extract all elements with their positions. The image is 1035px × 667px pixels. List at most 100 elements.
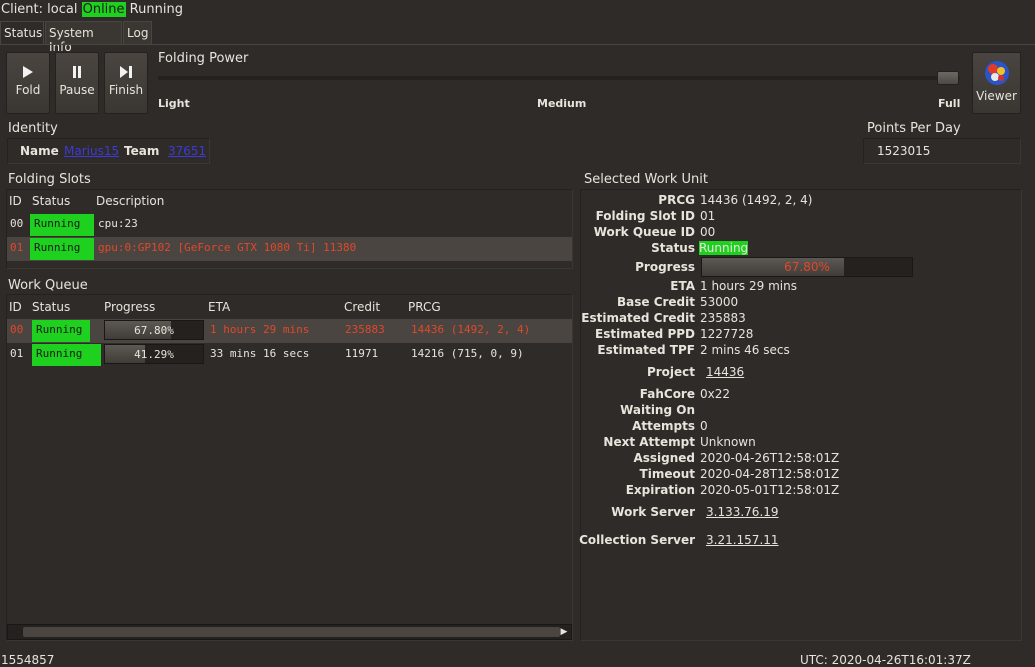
work-queue-title: Work Queue	[8, 278, 88, 293]
work-queue-table: ID Status Progress ETA Credit PRCG 00 Ru…	[6, 294, 573, 641]
identity-panel: Name Marius15 Team 37651	[7, 138, 210, 164]
wu-queue-value: 00	[700, 225, 716, 239]
name-link[interactable]: Marius15	[64, 144, 119, 158]
queue-credit: 235883	[345, 323, 385, 336]
tab-log[interactable]: Log	[123, 21, 152, 44]
wu-expiration-value: 2020-05-01T12:58:01Z	[700, 483, 840, 497]
viewer-button[interactable]: Viewer	[972, 52, 1021, 114]
wu-est-tpf-value: 2 mins 46 secs	[700, 343, 790, 357]
statusbar-utc-time: UTC: 2020-04-26T16:01:37Z	[800, 653, 971, 667]
queue-header-progress: Progress	[104, 300, 156, 314]
wu-progress-label: Progress	[635, 260, 695, 274]
slot-id: 00	[10, 217, 24, 230]
queue-prcg: 14216 (715, 0, 9)	[411, 347, 524, 360]
slot-description: gpu:0:GP102 [GeForce GTX 1080 Ti] 11380	[98, 241, 357, 254]
power-medium-label: Medium	[537, 97, 587, 110]
folding-power-slider-handle[interactable]	[937, 71, 959, 85]
wu-slot-label: Folding Slot ID	[595, 209, 695, 223]
play-icon	[7, 65, 49, 79]
slot-description: cpu:23	[98, 217, 138, 230]
queue-progress-bar: 67.80%	[104, 320, 204, 340]
finish-label: Finish	[108, 83, 144, 97]
wu-work-server-link[interactable]: 3.133.76.19	[706, 505, 779, 519]
wu-status-badge: Running	[699, 241, 749, 255]
folding-slots-table: ID Status Description 00 Running cpu:23 …	[6, 189, 573, 269]
fold-label: Fold	[15, 83, 41, 97]
power-full-label: Full	[938, 97, 961, 110]
wu-timeout-label: Timeout	[639, 467, 695, 481]
running-label: Running	[129, 2, 183, 17]
ppd-title: Points Per Day	[867, 121, 961, 136]
wu-assigned-label: Assigned	[633, 451, 695, 465]
finish-button[interactable]: Finish	[104, 52, 148, 114]
online-badge: Online	[81, 2, 126, 17]
scroll-right-arrow-icon[interactable]: ▶	[557, 625, 571, 639]
slot-row[interactable]: 00 Running cpu:23	[7, 213, 572, 237]
wu-fahcore-value: 0x22	[700, 387, 731, 401]
ppd-value: 1523015	[877, 144, 931, 158]
queue-row-selected[interactable]: 00 Running 67.80% 1 hours 29 mins 235883…	[7, 319, 572, 343]
queue-progress-bar: 41.29%	[104, 344, 204, 364]
wu-prcg-value: 14436 (1492, 2, 4)	[700, 193, 813, 207]
slot-row-selected[interactable]: 01 Running gpu:0:GP102 [GeForce GTX 1080…	[7, 237, 572, 261]
wu-project-link[interactable]: 14436	[706, 365, 744, 379]
tab-status[interactable]: Status	[0, 21, 44, 44]
slots-header-id: ID	[9, 194, 22, 208]
name-label: Name	[20, 144, 59, 158]
wu-est-ppd-label: Estimated PPD	[595, 327, 695, 341]
ppd-panel: 1523015	[863, 138, 1021, 164]
power-light-label: Light	[158, 97, 190, 110]
identity-title: Identity	[8, 121, 58, 136]
queue-id: 00	[10, 323, 24, 336]
slot-id: 01	[10, 241, 24, 254]
wu-collection-server-link[interactable]: 3.21.157.11	[706, 533, 779, 547]
wu-attempts-label: Attempts	[632, 419, 695, 433]
queue-header-prcg: PRCG	[408, 300, 441, 314]
team-link[interactable]: 37651	[168, 144, 206, 158]
wu-timeout-value: 2020-04-28T12:58:01Z	[700, 467, 840, 481]
wu-status-label: Status	[651, 241, 695, 255]
wu-progress-bar: 67.80%	[701, 257, 913, 277]
wu-eta-label: ETA	[670, 279, 695, 293]
viewer-icon	[983, 59, 1011, 87]
wu-next-attempt-value: Unknown	[700, 435, 756, 449]
queue-credit: 11971	[345, 347, 379, 360]
slots-header-description: Description	[96, 194, 165, 208]
queue-id: 01	[10, 347, 24, 360]
queue-eta: 33 mins 16 secs	[210, 347, 310, 360]
folding-slots-title: Folding Slots	[8, 172, 91, 187]
queue-row[interactable]: 01 Running 41.29% 33 mins 16 secs 11971 …	[7, 343, 572, 367]
viewer-label: Viewer	[976, 89, 1017, 103]
wu-slot-value: 01	[700, 209, 716, 223]
tab-system-info[interactable]: System Info	[45, 21, 122, 54]
slot-status-badge: Running	[30, 238, 94, 260]
pause-icon	[56, 65, 98, 79]
wu-eta-value: 1 hours 29 mins	[700, 279, 797, 293]
queue-header-id: ID	[9, 300, 22, 314]
slot-status-badge: Running	[30, 214, 94, 236]
pause-button[interactable]: Pause	[55, 52, 99, 114]
queue-progress-text: 41.29%	[134, 348, 174, 361]
queue-progress-text: 67.80%	[134, 324, 174, 337]
tab-divider	[0, 44, 1035, 45]
wu-base-credit-value: 53000	[700, 295, 739, 309]
selected-wu-title: Selected Work Unit	[584, 172, 709, 187]
folding-power-track[interactable]	[158, 76, 960, 80]
wu-fahcore-label: FahCore	[639, 387, 695, 401]
fold-button[interactable]: Fold	[6, 52, 50, 114]
wu-queue-label: Work Queue ID	[593, 225, 695, 239]
wu-work-server-label: Work Server	[611, 505, 695, 519]
wu-est-ppd-value: 1227728	[700, 327, 754, 341]
work-queue-horizontal-scrollbar[interactable]: ▶	[7, 624, 572, 640]
scrollbar-thumb[interactable]	[23, 627, 560, 637]
wu-waiting-label: Waiting On	[620, 403, 695, 417]
queue-status-badge: Running	[32, 320, 90, 342]
wu-base-credit-label: Base Credit	[616, 295, 695, 309]
wu-est-credit-value: 235883	[700, 311, 746, 325]
folding-power-title: Folding Power	[158, 51, 249, 66]
wu-next-attempt-label: Next Attempt	[603, 435, 695, 449]
wu-progress-text: 67.80%	[784, 260, 830, 274]
queue-header-credit: Credit	[344, 300, 381, 314]
team-label: Team	[124, 144, 160, 158]
statusbar-left: 1554857	[1, 653, 55, 667]
